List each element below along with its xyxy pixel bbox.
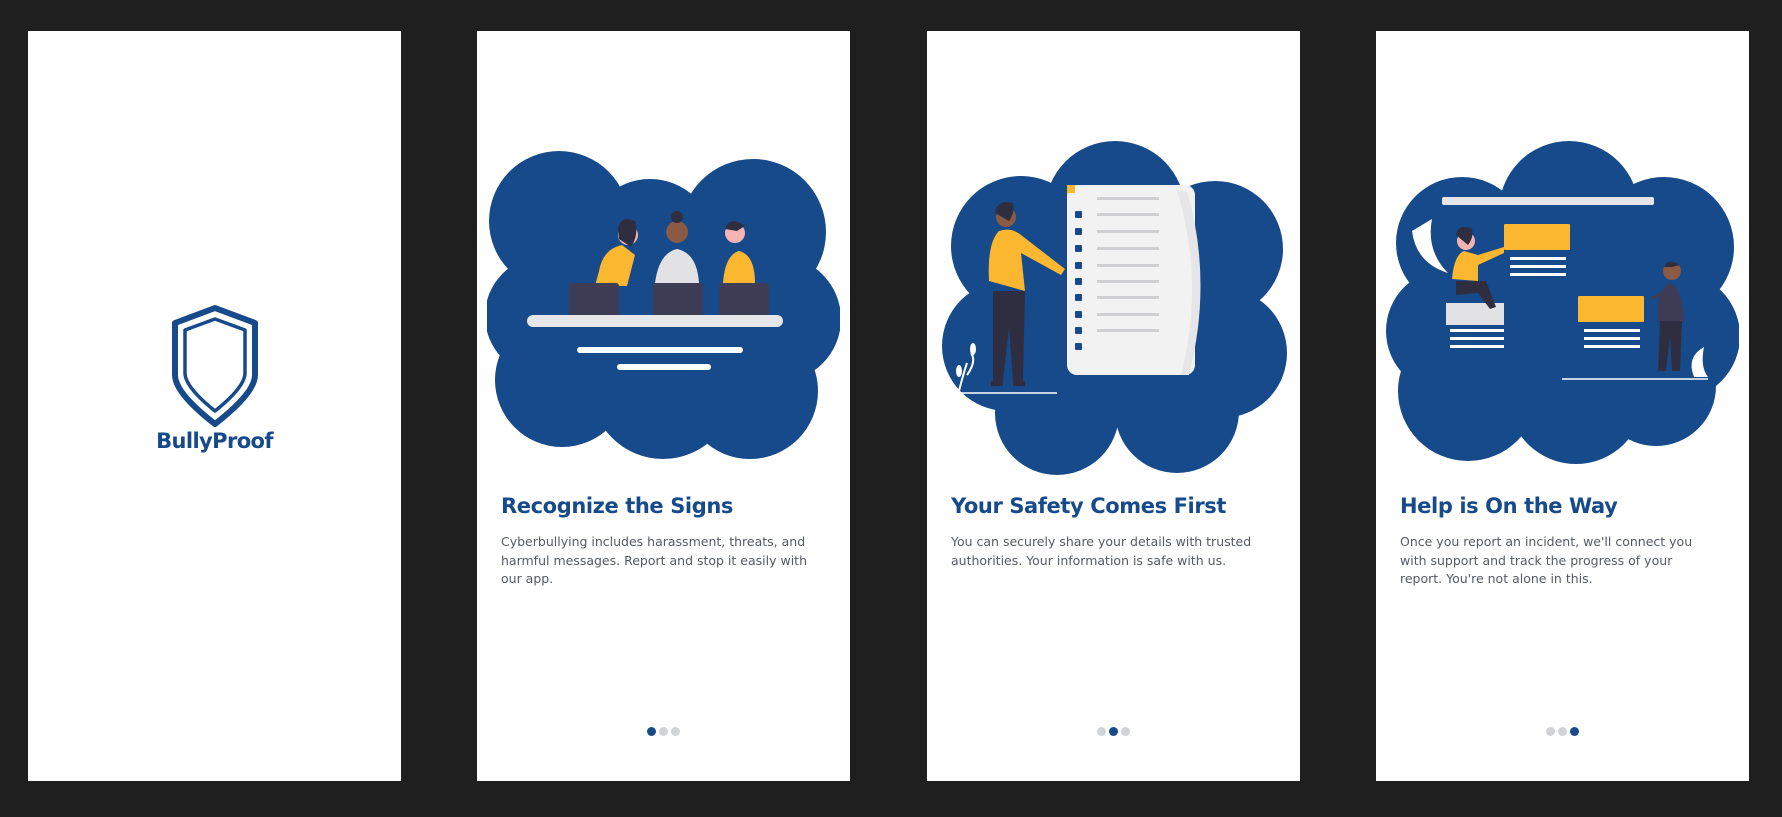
page-dot[interactable]	[647, 727, 656, 736]
onboarding-description: You can securely share your details with…	[951, 534, 1252, 568]
onboarding-title: Recognize the Signs	[501, 494, 733, 518]
onboarding-screen-3: Help is On the Way Once you report an in…	[1376, 31, 1749, 781]
people-at-laptops-illustration	[487, 151, 840, 459]
person-with-checklist-illustration	[942, 141, 1287, 475]
page-indicator	[927, 727, 1300, 736]
page-indicator	[1376, 727, 1749, 736]
onboarding-screen-2: Your Safety Comes First You can securely…	[927, 31, 1300, 781]
page-dot[interactable]	[1558, 727, 1567, 736]
onboarding-title: Your Safety Comes First	[951, 494, 1227, 518]
page-dot[interactable]	[671, 727, 680, 736]
page-dot[interactable]	[659, 727, 668, 736]
shield-icon	[171, 305, 258, 427]
page-dot[interactable]	[1546, 727, 1555, 736]
cloud-shape	[1386, 141, 1739, 464]
page-dot[interactable]	[1097, 727, 1106, 736]
onboarding-description: Cyberbullying includes harassment, threa…	[501, 534, 807, 586]
page-dot[interactable]	[1109, 727, 1118, 736]
support-team-illustration	[1386, 141, 1739, 464]
onboarding-title: Help is On the Way	[1400, 494, 1618, 518]
page-dot[interactable]	[1121, 727, 1130, 736]
brand-name: BullyProof	[156, 429, 273, 453]
page-dot[interactable]	[1570, 727, 1579, 736]
splash-screen: BullyProof	[28, 31, 401, 781]
app-logo: BullyProof	[28, 305, 401, 453]
onboarding-screen-1: Recognize the Signs Cyberbullying includ…	[477, 31, 850, 781]
page-indicator	[477, 727, 850, 736]
onboarding-description: Once you report an incident, we'll conne…	[1400, 534, 1693, 586]
